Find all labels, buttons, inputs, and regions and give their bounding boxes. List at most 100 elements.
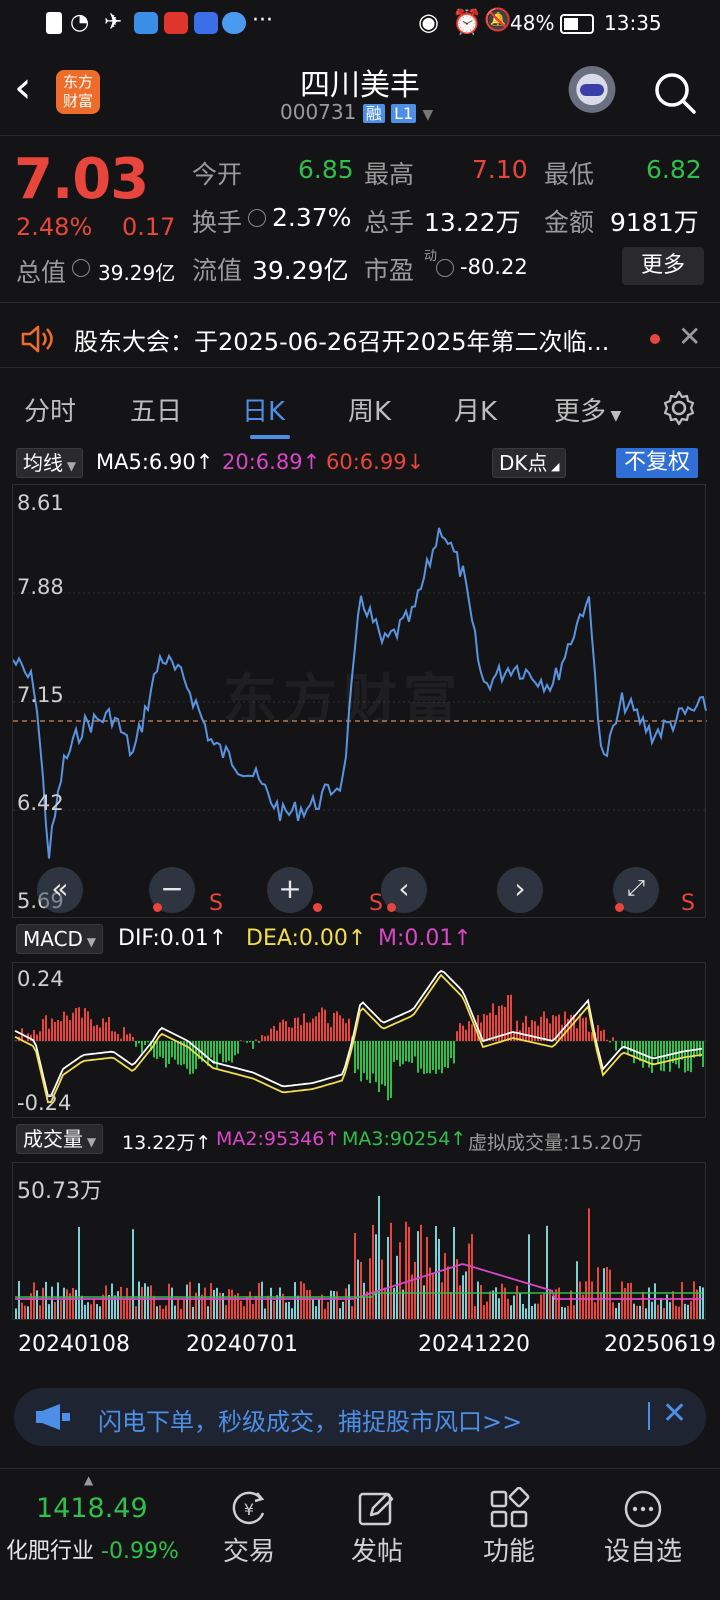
notice-bar[interactable]: 股东大会：于2025-06-26召开2025年第二次临... ✕ [0,310,720,368]
macd-bar [249,1041,251,1043]
volume-bar [129,1297,131,1319]
macd-bar [252,1041,254,1049]
volume-bar [312,1299,314,1319]
scroll-to-start-button[interactable]: « [37,867,83,913]
macd-bar [348,1018,350,1041]
info-icon[interactable] [436,259,454,277]
signal-dot [313,903,322,912]
zoom-in-button[interactable]: + [267,867,313,913]
gear-icon[interactable] [660,389,698,427]
volume-bar [189,1281,191,1319]
robot-assistant-icon[interactable] [566,66,618,118]
volume-bar [501,1283,503,1319]
volume-bar [618,1302,620,1319]
volume-bar [453,1227,455,1319]
close-icon[interactable]: ✕ [678,320,701,353]
volume-bar [198,1283,200,1319]
volume-bar [651,1301,653,1319]
volume-bar [534,1303,536,1319]
volume-chart[interactable]: 50.73万 [12,1162,706,1320]
macd-bar [162,1041,164,1059]
macd-bar [306,1022,308,1041]
macd-bar [258,1041,260,1043]
volume-bar [180,1308,182,1319]
volume-selector[interactable]: 成交量 ▼ [16,1124,104,1154]
ma60-value: 60:6.99↓ [326,450,425,474]
volume-bar [90,1304,92,1319]
volume-bar [513,1295,515,1319]
macd-bar [375,1041,377,1082]
macd-bar [309,1022,311,1041]
tab-weekly-k[interactable]: 周K [348,391,391,428]
scroll-right-button[interactable]: › [497,867,543,913]
info-icon[interactable] [248,209,266,227]
ma-selector[interactable]: 均线 ▼ [16,448,84,478]
pe-type: 动 [424,249,438,264]
macd-bar [294,1017,296,1041]
chevron-down-icon: ▼ [606,408,622,424]
industry-index[interactable]: ▲ 1418.49 化肥行业 -0.99% [0,1469,184,1600]
search-icon[interactable] [652,70,698,116]
volume-bar [690,1301,692,1319]
weibo-app-icon [164,12,188,34]
volume-bar [570,1290,572,1319]
volume-bar [210,1282,212,1319]
macd-histogram [13,969,707,1104]
speaker-icon [21,325,53,353]
nav-post[interactable]: 发帖 [322,1487,432,1568]
volume-bar [351,1306,353,1319]
volume-bar [663,1307,665,1319]
tab-daily-k[interactable]: 日K [242,391,285,428]
nav-functions[interactable]: 功能 [454,1487,564,1568]
chevron-down-icon[interactable]: ▼ [423,107,434,123]
macd-chart[interactable]: 0.24 -0.24 [12,962,707,1118]
more-notifications-icon: ··· [252,8,273,33]
nav-trade[interactable]: ¥ 交易 [194,1487,304,1568]
macd-bar [36,1034,38,1041]
info-icon[interactable] [72,259,90,277]
more-quote-button[interactable]: 更多 [622,247,704,285]
macd-bar [225,1041,227,1063]
macd-bar [528,1027,530,1041]
macd-bar [228,1041,230,1061]
volume-bar [360,1262,362,1319]
volume-bar [84,1304,86,1319]
tab-intraday[interactable]: 分时 [24,391,76,428]
y-label: 6.42 [17,791,64,815]
tab-five-day[interactable]: 五日 [130,391,182,428]
volume-bar [612,1302,614,1319]
close-icon[interactable]: ✕ [662,1396,687,1431]
macd-bar [576,1028,578,1041]
pe-value: -80.22 [460,255,528,279]
indicator-selector[interactable]: MACD ▼ [16,924,103,954]
volume-bar [576,1261,578,1319]
macd-bar [429,1041,431,1074]
dk-point-button[interactable]: DK点 ◢ [492,448,567,478]
macd-bar [654,1041,656,1057]
volume-bar [390,1222,392,1319]
volume-bar [423,1285,425,1319]
macd-bar [360,1041,362,1082]
volume-bar [402,1289,404,1319]
volume-y-top: 50.73万 [17,1179,102,1204]
divider [648,1402,650,1430]
volume-bar [39,1305,41,1319]
tab-indicator [250,435,290,439]
volume-bar [309,1289,311,1319]
macd-bar [159,1041,161,1057]
macd-bar [342,1018,344,1041]
volume-bar [432,1273,434,1319]
macd-bar [450,1041,452,1059]
kline-chart[interactable]: 东方财富 8.61 7.88 7.15 6.42 5.69 « − + ‹ › … [12,484,707,918]
battery-icon [560,14,594,34]
tab-monthly-k[interactable]: 月K [454,391,497,428]
macd-bar [324,1009,326,1041]
adjust-mode-button[interactable]: 不复权 [616,448,699,478]
volume-bar [171,1287,173,1319]
volume-bar [249,1291,251,1319]
promo-banner[interactable]: 闪电下单，秒级成交，捕捉股市风口>> ✕ [14,1388,706,1446]
nav-add-watchlist[interactable]: 设自选 [588,1487,698,1568]
volume-bar [480,1285,482,1319]
tab-more[interactable]: 更多 ▼ [554,391,621,428]
macd-bar [60,1021,62,1041]
